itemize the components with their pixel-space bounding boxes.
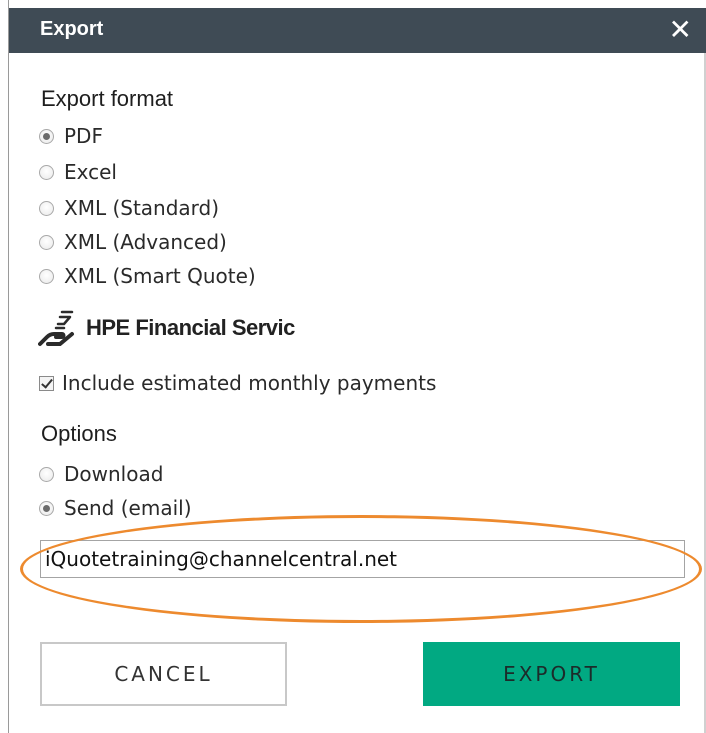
radio-button-xml-smart-quote[interactable] bbox=[39, 268, 54, 284]
radio-label-pdf: PDF bbox=[64, 124, 103, 148]
radio-button-excel[interactable] bbox=[39, 164, 54, 180]
radio-excel[interactable]: Excel bbox=[39, 158, 117, 186]
left-edge-line bbox=[8, 0, 9, 733]
hand-coin-icon bbox=[38, 310, 74, 346]
radio-button-xml-advanced[interactable] bbox=[39, 234, 54, 250]
radio-button-pdf[interactable] bbox=[39, 128, 54, 144]
dialog-titlebar: Export ✕ bbox=[9, 8, 706, 53]
export-format-heading: Export format bbox=[41, 86, 174, 111]
radio-label-send-email: Send (email) bbox=[64, 496, 192, 520]
radio-label-xml-advanced: XML (Advanced) bbox=[64, 230, 227, 254]
radio-send-email[interactable]: Send (email) bbox=[39, 494, 192, 522]
email-field[interactable] bbox=[40, 540, 685, 578]
dialog-title: Export bbox=[40, 18, 104, 40]
radio-label-xml-standard: XML (Standard) bbox=[64, 196, 220, 220]
include-payments-label: Include estimated monthly payments bbox=[62, 371, 437, 395]
close-icon[interactable]: ✕ bbox=[669, 13, 692, 47]
radio-download[interactable]: Download bbox=[39, 460, 163, 488]
radio-pdf[interactable]: PDF bbox=[39, 122, 103, 150]
include-payments-row[interactable]: Include estimated monthly payments bbox=[39, 371, 436, 395]
include-payments-checkbox[interactable] bbox=[39, 375, 54, 391]
radio-label-download: Download bbox=[64, 462, 164, 486]
radio-button-send-email[interactable] bbox=[39, 500, 54, 516]
radio-xml-smart-quote[interactable]: XML (Smart Quote) bbox=[39, 262, 256, 290]
radio-button-download[interactable] bbox=[39, 466, 54, 482]
cancel-button[interactable]: CANCEL bbox=[40, 642, 287, 706]
hpe-financial-services: HPE Financial Servic bbox=[38, 308, 295, 348]
radio-label-xml-smart-quote: XML (Smart Quote) bbox=[64, 264, 256, 288]
options-heading: Options bbox=[41, 421, 117, 446]
radio-xml-advanced[interactable]: XML (Advanced) bbox=[39, 228, 227, 256]
export-button[interactable]: EXPORT bbox=[423, 642, 680, 706]
radio-label-excel: Excel bbox=[64, 160, 117, 184]
radio-xml-standard[interactable]: XML (Standard) bbox=[39, 194, 219, 222]
hpe-financial-label: HPE Financial Servic bbox=[86, 315, 295, 340]
radio-button-xml-standard[interactable] bbox=[39, 200, 54, 216]
